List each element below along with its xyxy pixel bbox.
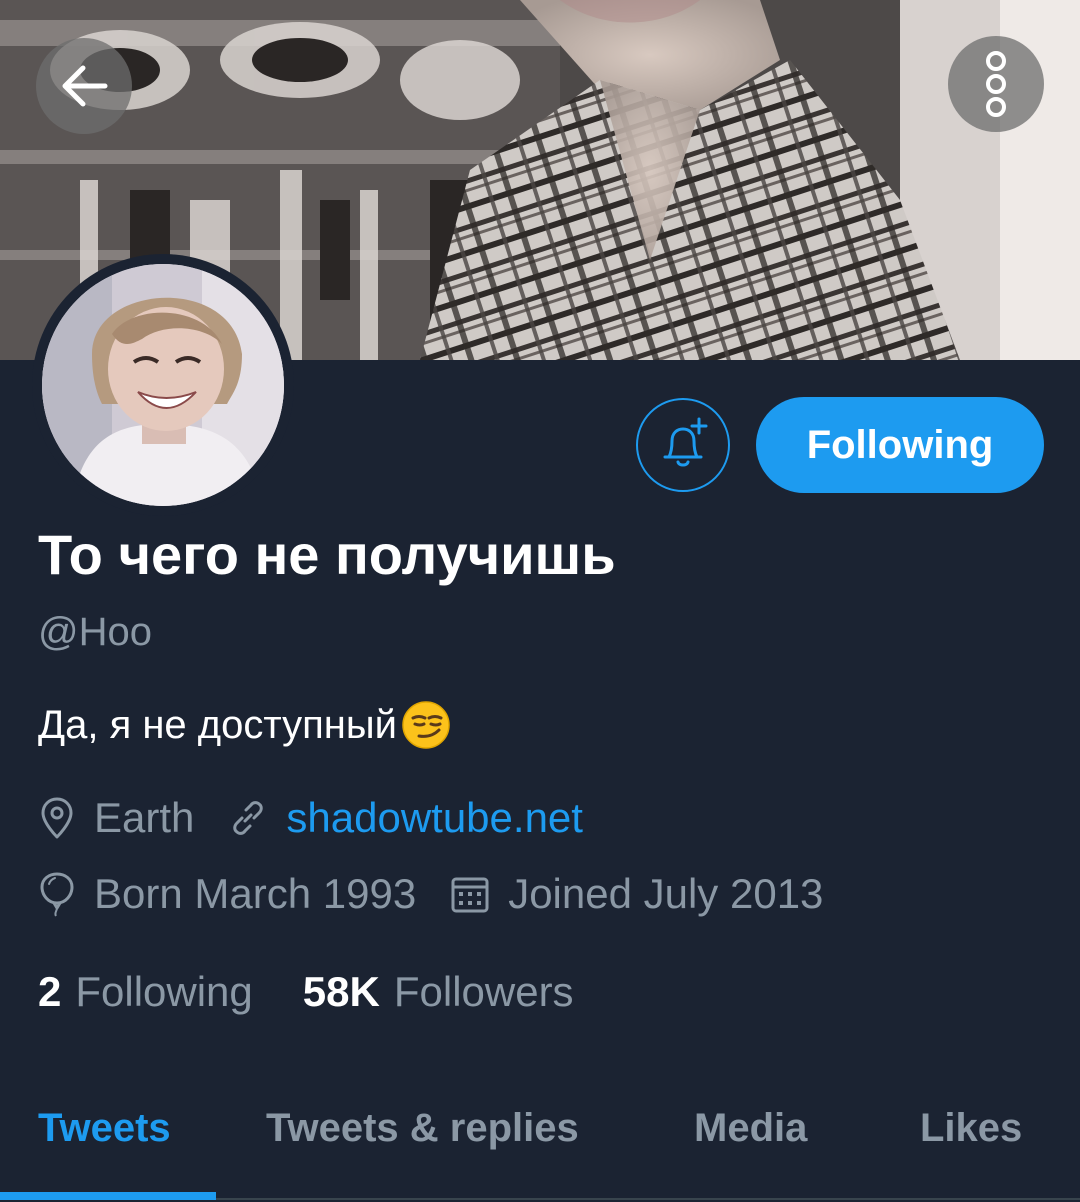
- avatar[interactable]: [32, 254, 294, 516]
- profile-tabs: Tweets Tweets & replies Media Likes: [0, 1090, 1080, 1202]
- following-label: Following: [75, 968, 253, 1015]
- bio-text: Да, я не доступный: [38, 702, 397, 747]
- more-options-button[interactable]: [948, 36, 1044, 132]
- notifications-button[interactable]: [636, 398, 730, 492]
- avatar-photo: [42, 264, 284, 506]
- following-count: 2: [38, 968, 62, 1015]
- bell-plus-icon: [663, 417, 708, 467]
- followers-stat[interactable]: 58K Followers: [303, 968, 574, 1016]
- tab-media[interactable]: Media: [694, 1106, 807, 1151]
- display-name: То чего не получишь: [38, 523, 616, 586]
- calendar-icon: [450, 874, 490, 914]
- tab-tweets-and-replies[interactable]: Tweets & replies: [266, 1106, 579, 1151]
- location-text: Earth: [94, 794, 195, 841]
- user-handle: @Hoo: [38, 610, 152, 654]
- avatar-image: [42, 264, 284, 506]
- followers-count: 58K: [302, 968, 380, 1015]
- following-stat[interactable]: 2 Following: [38, 968, 253, 1016]
- smirking-face-emoji: [402, 701, 450, 749]
- tab-tweets[interactable]: Tweets: [38, 1106, 171, 1151]
- back-button[interactable]: [36, 38, 132, 134]
- arrow-left-icon: [62, 65, 108, 107]
- following-button[interactable]: Following: [756, 397, 1044, 493]
- profile-meta-row-2: Born March 1993 Joined July 2013: [38, 870, 823, 918]
- tab-likes[interactable]: Likes: [920, 1106, 1022, 1151]
- more-vertical-icon: [986, 51, 1006, 117]
- location: Earth: [38, 794, 194, 842]
- balloon-icon: [38, 871, 76, 917]
- followers-label: Followers: [393, 968, 574, 1015]
- follow-stats: 2 Following 58K Followers: [38, 968, 574, 1016]
- profile-screen: Following То чего не получишь @Hoo Да, я…: [0, 0, 1080, 1202]
- birthday-text: Born March 1993: [94, 870, 417, 917]
- joined-text: Joined July 2013: [508, 870, 824, 917]
- link-icon: [228, 798, 268, 838]
- active-tab-indicator: [0, 1192, 216, 1200]
- birthday: Born March 1993: [38, 870, 416, 918]
- profile-meta-row-1: Earth shadowtube.net: [38, 794, 583, 842]
- location-pin-icon: [38, 796, 76, 840]
- bio: Да, я не доступный: [38, 700, 451, 750]
- website[interactable]: shadowtube.net: [228, 794, 583, 842]
- joined-date: Joined July 2013: [450, 870, 823, 918]
- website-link[interactable]: shadowtube.net: [286, 794, 583, 842]
